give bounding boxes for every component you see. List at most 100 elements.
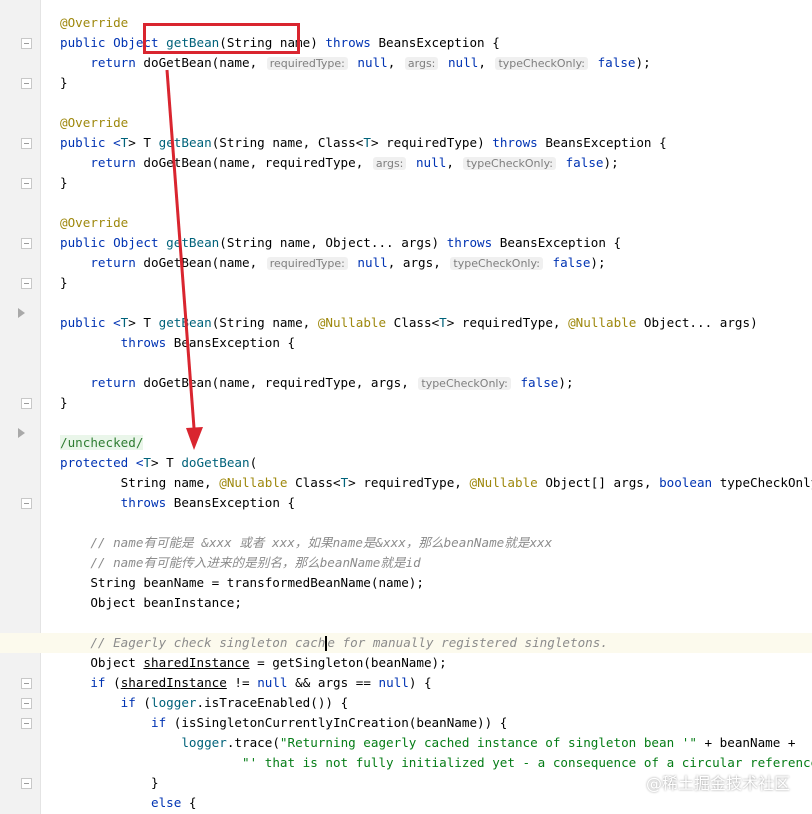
code-token: } [60, 395, 68, 410]
code-token: BeansException { [370, 35, 500, 50]
method-name[interactable]: getBean [159, 315, 212, 330]
gutter-separator [40, 0, 41, 814]
code-line: return doGetBean(name, requiredType: nul… [60, 53, 812, 73]
code-line: Object sharedInstance = getSingleton(bea… [60, 653, 812, 673]
code-line: return doGetBean(name, requiredType, arg… [60, 153, 812, 173]
method-call[interactable]: doGetBean [143, 255, 211, 270]
code-token: (String name, [211, 315, 318, 330]
method-call[interactable]: doGetBean [143, 55, 211, 70]
fold-collapse-icon[interactable] [21, 238, 32, 249]
fold-collapse-icon[interactable] [21, 78, 32, 89]
code-line: protected <T> T doGetBean( [60, 453, 812, 473]
parameter-hint: typeCheckOnly: [450, 257, 543, 270]
code-line: return doGetBean(name, requiredType: nul… [60, 253, 812, 273]
method-name[interactable]: doGetBean [181, 455, 249, 470]
field-name: logger [181, 735, 227, 750]
fold-collapse-icon[interactable] [21, 178, 32, 189]
code-token: (isSingletonCurrentlyInCreation(beanName… [166, 715, 508, 730]
code-token: boolean [659, 475, 713, 490]
code-token: Object... args) [636, 315, 758, 330]
code-token: if [90, 675, 106, 690]
fold-collapse-icon[interactable] [21, 398, 32, 409]
code-line: throws BeansException { [60, 333, 812, 353]
code-line: public Object getBean(String name, Objec… [60, 233, 812, 253]
type-param: T [439, 315, 447, 330]
code-token: return [60, 155, 144, 170]
fold-collapse-icon[interactable] [21, 278, 32, 289]
code-token: throws [120, 335, 167, 350]
code-comment: e for manually registered singletons. [327, 635, 608, 650]
code-token: null [349, 55, 388, 70]
code-token: ); [635, 55, 651, 70]
method-call[interactable]: doGetBean [143, 155, 211, 170]
code-comment: // Eagerly check singleton cach [60, 635, 326, 650]
code-line: @Override [60, 213, 812, 233]
fold-collapse-icon[interactable] [21, 138, 32, 149]
string-literal: "Returning eagerly cached instance of si… [279, 735, 697, 750]
override-marker-icon[interactable] [18, 308, 25, 318]
code-line: public < T > T getBean(String name, Class<… [60, 133, 812, 153]
code-token: > T [151, 455, 182, 470]
code-token: Object[] args, [537, 475, 660, 490]
suppress-annotation: /unchecked/ [60, 435, 144, 450]
code-token: > requiredType, [446, 315, 569, 330]
code-line: logger.trace("Returning eagerly cached i… [60, 733, 812, 753]
code-token: .isTraceEnabled()) { [196, 695, 349, 710]
fold-collapse-icon[interactable] [21, 718, 32, 729]
method-name[interactable]: getBean [166, 235, 219, 250]
code-token: (name, requiredType, [211, 155, 371, 170]
code-token: null [408, 155, 447, 170]
annotation: @Override [60, 15, 129, 30]
code-token: protected < [60, 455, 144, 470]
code-token: false [558, 155, 604, 170]
code-line: // name有可能是 &xxx 或者 xxx，如果name是&xxx，那么be… [60, 533, 812, 553]
highlight-box [143, 23, 300, 54]
fold-collapse-icon[interactable] [21, 778, 32, 789]
code-line: throws BeansException { [60, 493, 812, 513]
code-token: public < [60, 135, 121, 150]
fold-collapse-icon[interactable] [21, 498, 32, 509]
fold-collapse-icon[interactable] [21, 38, 32, 49]
code-token: ); [603, 155, 619, 170]
fold-collapse-icon[interactable] [21, 698, 32, 709]
code-line: } [60, 73, 812, 93]
code-token: return [60, 55, 144, 70]
field-name: logger [151, 695, 197, 710]
code-token: (name, [211, 255, 265, 270]
code-line: // name有可能传入进来的是别名，那么beanName就是id [60, 553, 812, 573]
code-line: } [60, 273, 812, 293]
code-token: } [60, 775, 159, 790]
override-marker-icon[interactable] [18, 428, 25, 438]
code-token: return [60, 375, 144, 390]
code-token: != [226, 675, 258, 690]
code-token: return [60, 255, 144, 270]
code-token: String beanName = transformedBeanName(na… [60, 575, 424, 590]
code-token: ( [135, 695, 152, 710]
fold-collapse-icon[interactable] [21, 678, 32, 689]
code-token: String name, [60, 475, 220, 490]
code-token: (name, requiredType, args, [211, 375, 417, 390]
code-token: > requiredType, [348, 475, 470, 490]
current-line: // Eagerly check singleton cach e for man… [0, 633, 812, 653]
method-name[interactable]: getBean [159, 135, 212, 150]
code-token: } [60, 75, 68, 90]
code-token: if [151, 715, 167, 730]
code-line: @Override [60, 113, 812, 133]
code-editor[interactable]: @Override public Object getBean(String n… [0, 13, 812, 813]
code-token: } [60, 275, 68, 290]
code-token: Object beanInstance; [60, 595, 242, 610]
method-call[interactable]: doGetBean [143, 375, 211, 390]
parameter-hint: args: [372, 157, 407, 170]
code-line: } [60, 393, 812, 413]
annotation: @Nullable [219, 475, 288, 490]
code-token: false [544, 255, 591, 270]
parameter-hint: args: [404, 57, 439, 70]
